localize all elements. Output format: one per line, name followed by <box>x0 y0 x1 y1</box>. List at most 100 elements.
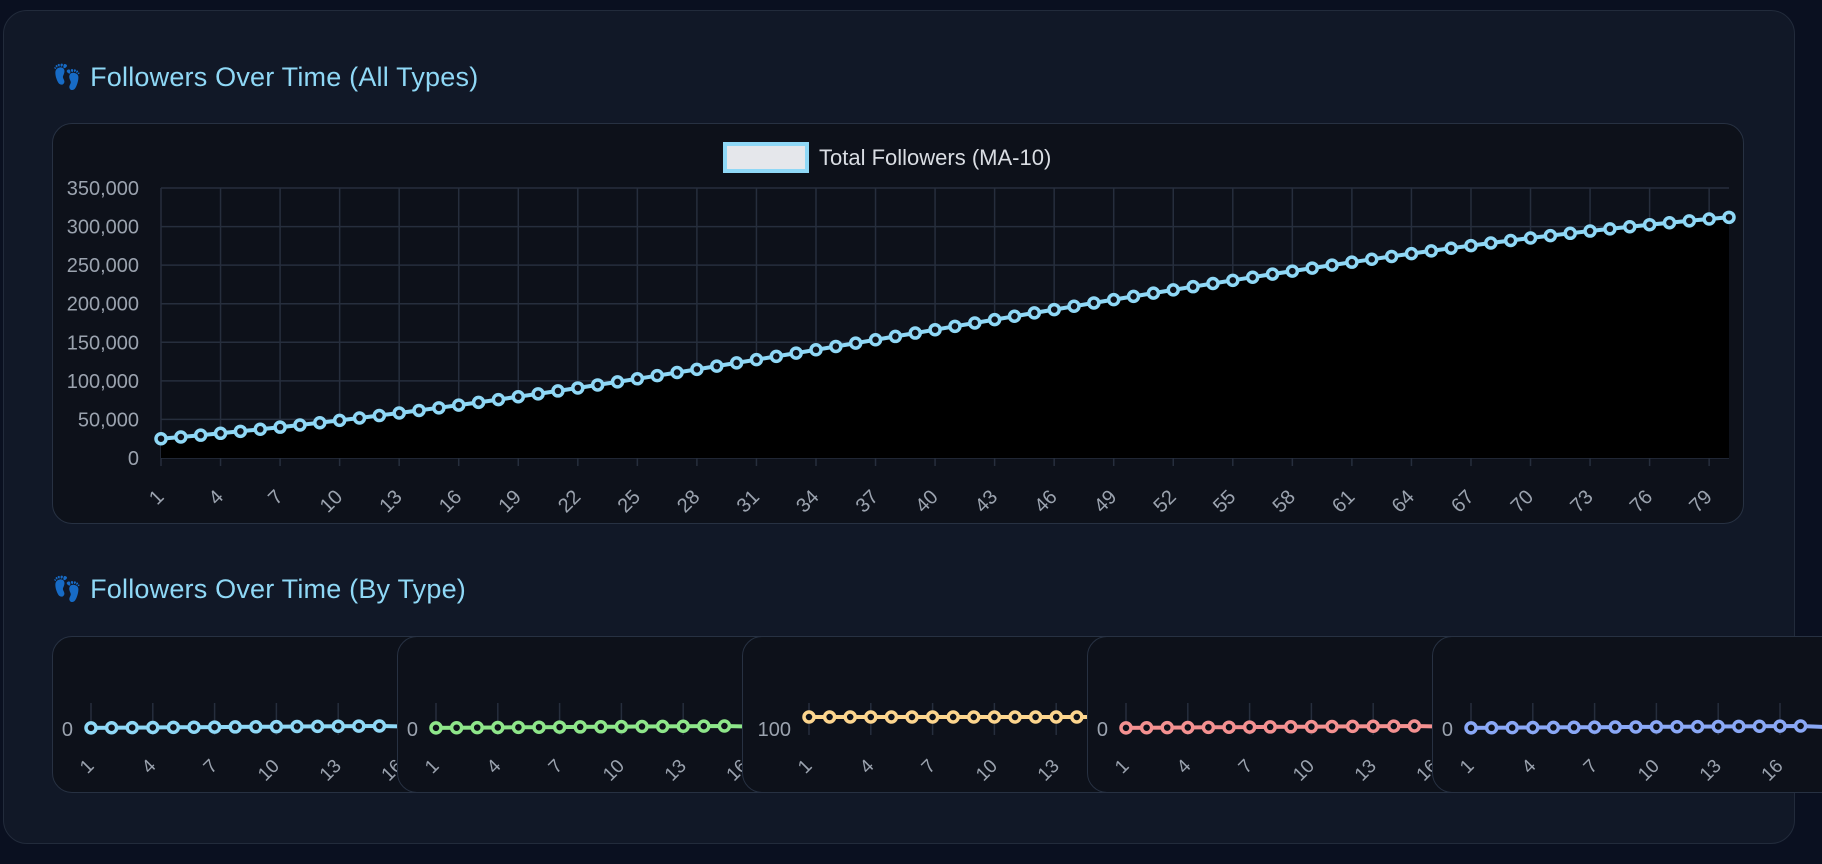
x-tick-label: 1 <box>794 756 816 778</box>
data-point <box>1587 720 1602 734</box>
data-point <box>868 333 883 347</box>
data-point <box>551 384 565 398</box>
x-tick-label: 28 <box>673 486 704 517</box>
data-point <box>552 720 567 734</box>
y-tick-label: 0 <box>1442 719 1453 741</box>
data-point <box>987 710 1002 724</box>
all-types-title: Followers Over Time (All Types) <box>90 62 479 92</box>
data-point <box>432 401 446 415</box>
y-tick-label: 0 <box>128 448 139 470</box>
data-point <box>948 319 962 334</box>
data-point <box>848 336 863 350</box>
by-type-title: Followers Over Time (By Type) <box>90 574 466 604</box>
data-point <box>843 710 857 724</box>
x-tick-label: 10 <box>254 756 284 786</box>
data-point <box>908 326 922 340</box>
legend: Total Followers (MA-10) <box>723 142 1051 173</box>
data-point <box>1424 244 1439 258</box>
data-point <box>1070 710 1084 724</box>
data-point <box>1166 283 1181 297</box>
data-point <box>531 387 545 401</box>
data-point <box>154 431 168 446</box>
data-point <box>614 719 629 734</box>
data-point <box>392 406 406 420</box>
data-point <box>697 719 711 733</box>
data-point <box>1139 720 1154 735</box>
data-point <box>412 403 426 418</box>
x-tick-label: 7 <box>918 756 940 778</box>
data-point <box>1028 710 1043 724</box>
data-point <box>332 413 347 428</box>
data-point <box>1642 217 1657 232</box>
x-tick-label: 13 <box>375 486 406 517</box>
data-point <box>968 316 982 330</box>
y-tick-label: 50,000 <box>78 409 139 431</box>
data-point <box>471 395 486 410</box>
data-point <box>249 720 263 734</box>
data-point <box>1049 710 1063 724</box>
data-point <box>511 720 526 735</box>
data-point <box>1226 273 1240 288</box>
x-tick-label: 16 <box>1758 756 1788 786</box>
data-point <box>1008 710 1022 724</box>
data-point <box>1027 306 1042 320</box>
x-tick-label: 7 <box>1235 756 1257 778</box>
data-point <box>1325 258 1339 272</box>
x-tick-label: 1 <box>1456 756 1478 778</box>
total-followers-chart-svg: Total Followers (MA-10) 0 50,000 100,000 150… <box>67 142 1736 517</box>
y-tick-label: 250,000 <box>67 255 139 277</box>
data-point <box>491 392 506 407</box>
data-point <box>273 420 287 434</box>
x-tick-label: 19 <box>495 486 526 517</box>
data-point <box>1366 719 1380 734</box>
x-tick-label: 4 <box>856 755 879 778</box>
type-chart-5-svg: 01 4 7 10 13 16 <box>1442 703 1822 786</box>
data-point <box>228 720 242 734</box>
data-point <box>709 359 724 373</box>
footprints-icon: 👣 <box>52 576 83 603</box>
data-point <box>290 719 304 734</box>
data-point <box>1711 719 1725 734</box>
data-point <box>769 349 784 364</box>
data-point <box>146 720 160 735</box>
data-point <box>1284 720 1298 734</box>
x-tick-label: 10 <box>1289 756 1319 786</box>
data-point <box>213 426 228 441</box>
x-tick-label: 7 <box>264 486 287 509</box>
data-point <box>1007 309 1022 324</box>
data-point <box>293 418 307 432</box>
y-tick-label: 300,000 <box>67 217 139 239</box>
data-point <box>946 710 960 724</box>
x-tick-label: 4 <box>483 755 506 778</box>
data-point <box>233 424 248 439</box>
data-point <box>1119 721 1133 735</box>
y-tick-label: 0 <box>62 719 73 741</box>
x-tick-label: 4 <box>138 755 161 778</box>
x-tick-label: 7 <box>1580 756 1602 778</box>
data-point <box>1222 720 1236 734</box>
data-point <box>670 365 684 380</box>
x-tick-label: 70 <box>1507 486 1538 517</box>
data-point <box>925 710 940 724</box>
data-point <box>1364 252 1379 267</box>
data-point <box>1523 231 1538 245</box>
data-point <box>676 719 690 734</box>
data-point <box>1603 222 1617 236</box>
data-point <box>690 362 704 377</box>
data-point <box>1404 246 1419 261</box>
x-tick-label: 1 <box>1111 756 1133 778</box>
data-point <box>174 430 188 444</box>
data-point <box>571 381 585 395</box>
x-tick-label: 55 <box>1209 486 1240 517</box>
data-point <box>372 719 387 733</box>
data-point <box>1732 719 1746 734</box>
data-point <box>1345 719 1360 734</box>
data-point <box>1160 720 1174 735</box>
all-types-header: 👣 Followers Over Time (All Types) <box>52 62 478 93</box>
data-point <box>594 720 608 734</box>
series-line <box>1470 723 1822 730</box>
data-point <box>590 378 605 392</box>
data-point <box>253 422 267 437</box>
data-point <box>1186 279 1200 294</box>
legend-label: Total Followers (MA-10) <box>819 145 1051 170</box>
